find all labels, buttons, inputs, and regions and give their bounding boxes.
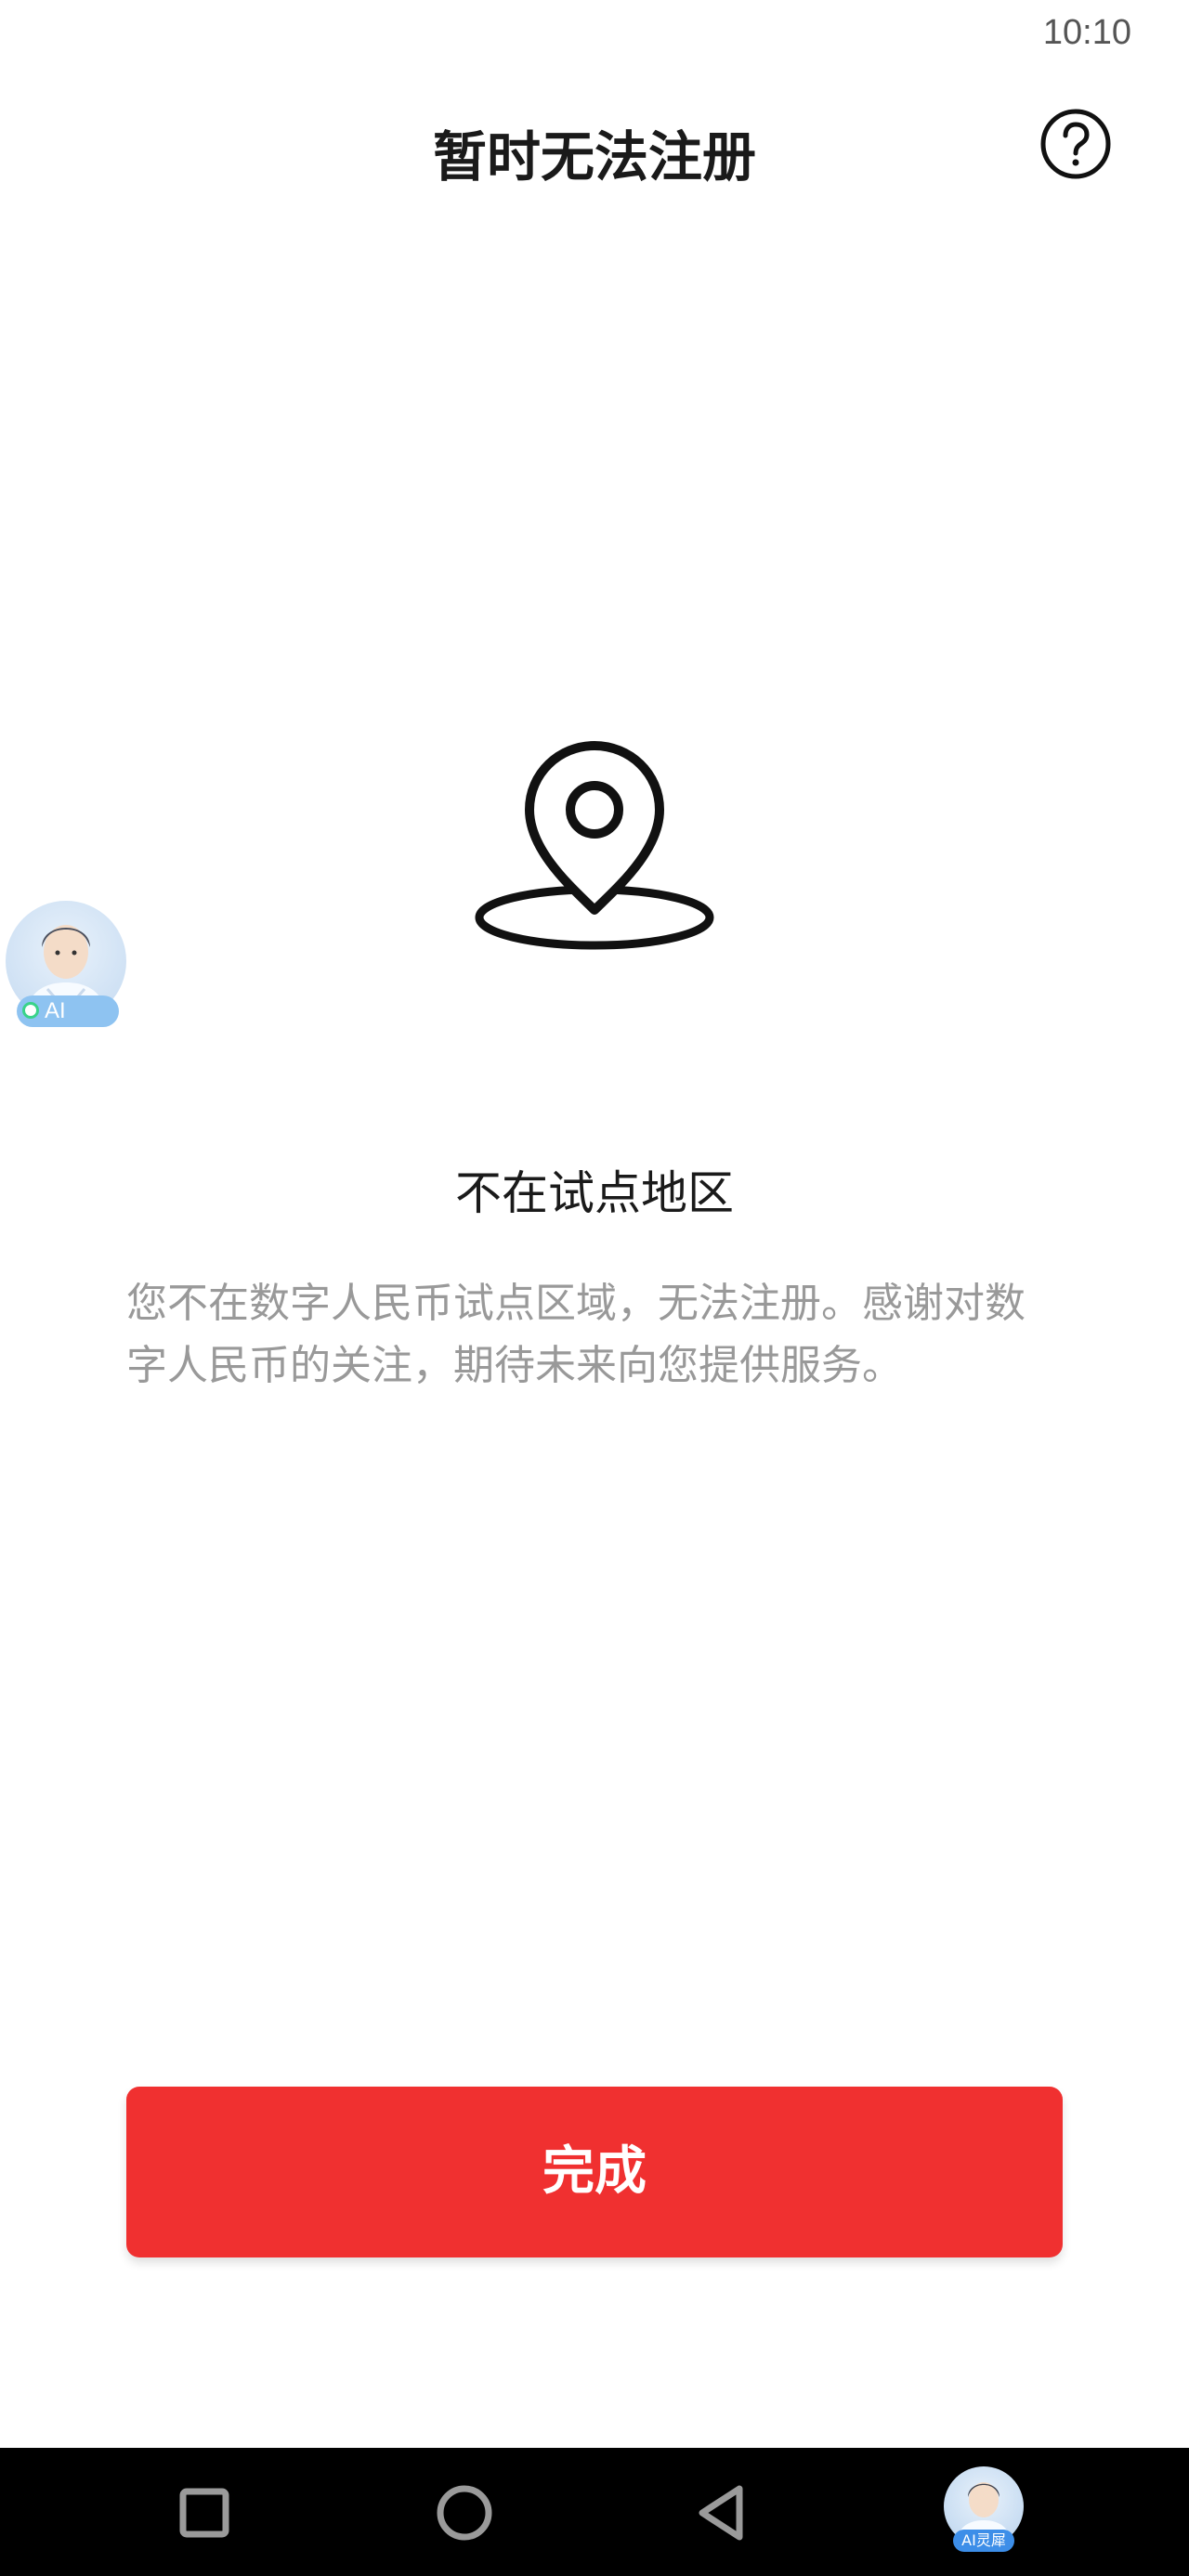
nav-recents-button[interactable] [167, 2476, 242, 2550]
ai-assistant-avatar[interactable]: AI [6, 901, 128, 1038]
circle-icon [437, 2485, 492, 2541]
status-description: 您不在数字人民币试点区域，无法注册。感谢对数字人民币的关注，期待未来向您提供服务… [126, 1280, 1026, 1389]
done-button[interactable]: 完成 [126, 2087, 1063, 2257]
nav-ai-assistant-button[interactable]: AI灵犀 [944, 2466, 1024, 2556]
status-time: 10:10 [1042, 13, 1131, 52]
triangle-back-icon [699, 2485, 743, 2541]
page-title: 暂时无法注册 [432, 125, 756, 189]
online-indicator-icon [22, 1002, 39, 1019]
nav-home-button[interactable] [427, 2476, 502, 2550]
question-circle-icon [1040, 109, 1111, 179]
status-heading: 不在试点地区 [455, 1166, 734, 1220]
header: 暂时无法注册 [0, 93, 1189, 195]
system-nav-bar: AI灵犀 [0, 2448, 1189, 2576]
nav-ai-assistant-label: AI灵犀 [953, 2530, 1014, 2552]
square-icon [179, 2488, 229, 2538]
help-button[interactable] [1039, 107, 1113, 181]
location-pin-icon [474, 738, 715, 956]
ai-badge: AI [17, 995, 119, 1027]
nav-back-button[interactable] [687, 2476, 762, 2550]
